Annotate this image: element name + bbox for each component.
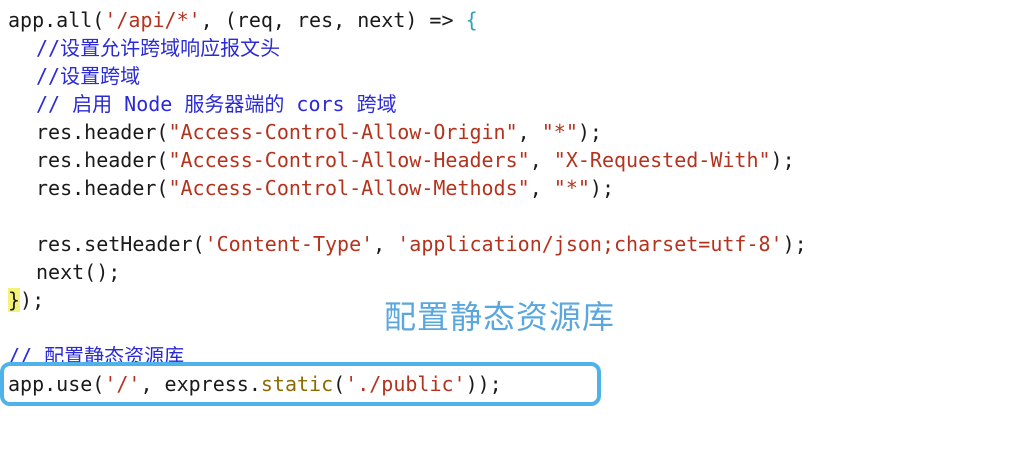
code-line-10: }); bbox=[8, 286, 44, 314]
code-line-1: app.all('/api/*', (req, res, next) => { bbox=[8, 6, 478, 34]
code-token: next(); bbox=[36, 260, 121, 284]
code-line-4: // 启用 Node 服务器端的 cors 跨域 bbox=[8, 90, 397, 118]
code-string: "*" bbox=[553, 176, 590, 200]
code-brace-matched: } bbox=[8, 288, 21, 312]
annotation-label: 配置静态资源库 bbox=[384, 298, 616, 336]
code-line-6: res.header("Access-Control-Allow-Headers… bbox=[8, 146, 795, 174]
code-line-5: res.header("Access-Control-Allow-Origin"… bbox=[8, 118, 602, 146]
code-line-8: res.setHeader('Content-Type', 'applicati… bbox=[8, 230, 807, 258]
code-line-3: //设置跨域 bbox=[8, 62, 140, 90]
code-string: 'application/json;charset=utf-8' bbox=[397, 232, 783, 256]
code-line-7: res.header("Access-Control-Allow-Methods… bbox=[8, 174, 614, 202]
code-comment: //设置跨域 bbox=[36, 64, 141, 88]
code-token: , bbox=[529, 176, 554, 200]
code-editor: app.all('/api/*', (req, res, next) => { … bbox=[0, 0, 1018, 452]
code-comment: //设置允许跨域响应报文头 bbox=[36, 36, 281, 60]
code-token: res.header( bbox=[36, 120, 169, 144]
code-token: app.all( bbox=[8, 8, 105, 32]
highlight-box bbox=[0, 362, 601, 406]
code-token: res.setHeader( bbox=[36, 232, 205, 256]
code-token: , bbox=[529, 148, 554, 172]
code-string: "Access-Control-Allow-Methods" bbox=[168, 176, 530, 200]
code-string: "Access-Control-Allow-Origin" bbox=[168, 120, 518, 144]
code-token: ); bbox=[782, 232, 807, 256]
code-brace: { bbox=[465, 8, 478, 32]
code-line-9: next(); bbox=[8, 258, 120, 286]
code-token: , (req, res, next) => bbox=[200, 8, 466, 32]
code-token: , bbox=[517, 120, 542, 144]
code-token: ); bbox=[577, 120, 602, 144]
code-string: 'Content-Type' bbox=[204, 232, 374, 256]
code-token: ); bbox=[589, 176, 614, 200]
code-token: , bbox=[373, 232, 398, 256]
code-string: "Access-Control-Allow-Headers" bbox=[168, 148, 530, 172]
code-token: ); bbox=[770, 148, 795, 172]
code-string: '/api/*' bbox=[104, 8, 201, 32]
code-token: ); bbox=[20, 288, 45, 312]
code-string: "X-Requested-With" bbox=[553, 148, 771, 172]
code-token: res.header( bbox=[36, 176, 169, 200]
code-token: res.header( bbox=[36, 148, 169, 172]
code-comment: // 启用 Node 服务器端的 cors 跨域 bbox=[36, 92, 397, 116]
code-line-2: //设置允许跨域响应报文头 bbox=[8, 34, 280, 62]
code-string: "*" bbox=[541, 120, 578, 144]
